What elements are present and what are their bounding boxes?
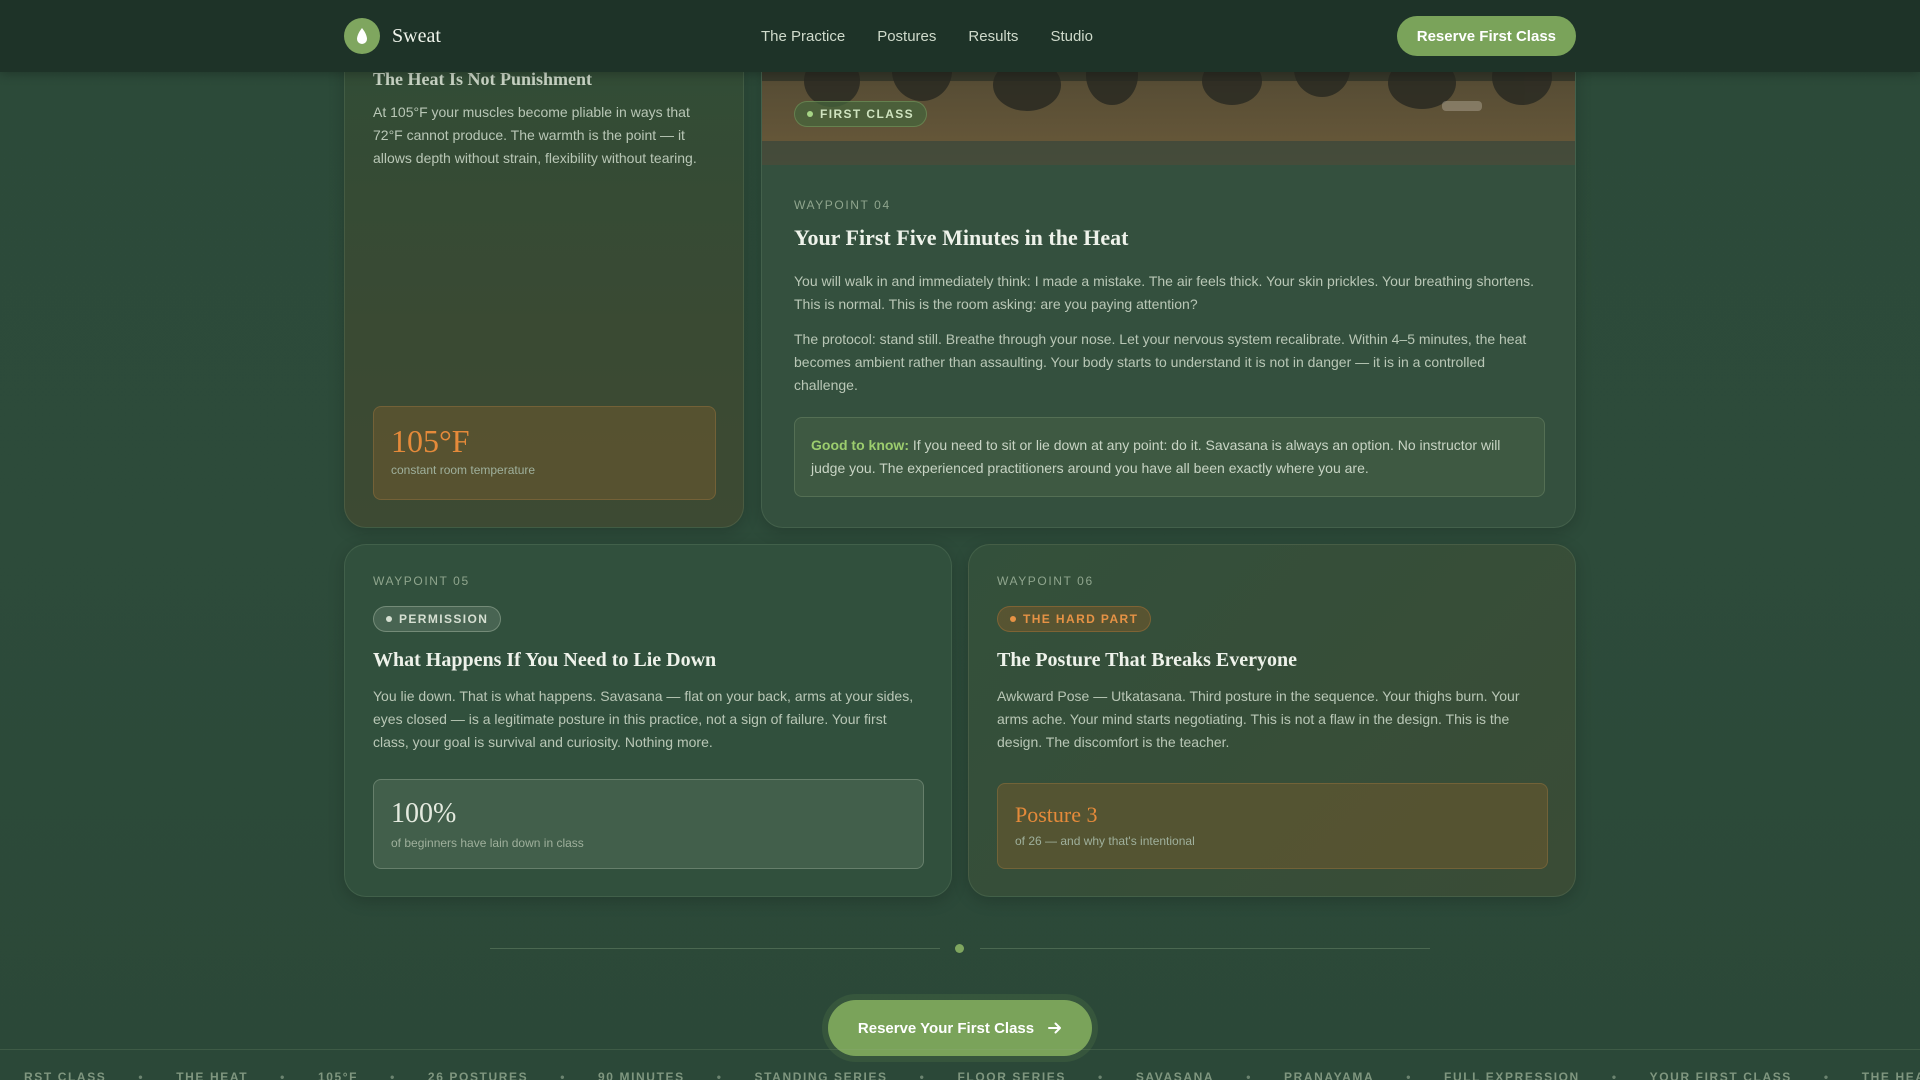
card-text: At 105°F your muscles become pliable in …	[373, 104, 697, 166]
pill-label: FIRST CLASS	[820, 107, 915, 121]
pill-first-class: FIRST CLASS	[794, 101, 928, 127]
nav-link-practice[interactable]: The Practice	[761, 28, 845, 45]
stat-posture: Posture 3 of 26 — and why that's intenti…	[997, 783, 1548, 869]
marquee-item: 90 MINUTES	[598, 1070, 685, 1080]
pill-label: THE HARD PART	[1023, 612, 1139, 626]
stat-label: of 26 — and why that's intentional	[1015, 834, 1195, 848]
divider-dot	[955, 944, 964, 953]
waypoint-label: WAYPOINT 04	[794, 198, 891, 212]
keyword-marquee: RST CLASS • THE HEAT • 105°F • 26 POSTURES • 90 …	[0, 1070, 1920, 1080]
stat-temperature: 105°F constant room temperature	[373, 406, 716, 500]
card-heat-not-punishment: The Heat Is Not Punishment At 105°F your…	[344, 40, 744, 528]
card-text: Awkward Pose — Utkatasana. Third posture…	[997, 688, 1520, 750]
marquee-item: 26 POSTURES	[427, 1070, 529, 1080]
dot-icon	[1010, 616, 1016, 622]
nav-link-postures[interactable]: Postures	[877, 28, 936, 45]
arrow-right-icon	[1048, 1022, 1062, 1034]
card-title: What Happens If You Need to Lie Down	[373, 649, 717, 671]
reserve-your-first-class-button[interactable]: Reserve Your First Class	[828, 1000, 1092, 1056]
marquee-item: RST CLASS	[24, 1070, 107, 1080]
nav-link-studio[interactable]: Studio	[1050, 28, 1093, 45]
pill-hard-part: THE HARD PART	[997, 606, 1152, 632]
divider-line-right	[980, 948, 1430, 949]
note-label: Good to know:	[811, 437, 909, 453]
stat-label: constant room temperature	[391, 463, 536, 477]
pill-label: PERMISSION	[399, 612, 489, 626]
card-text: You lie down. That is what happens. Sava…	[373, 688, 914, 750]
marquee-divider	[0, 1049, 1920, 1050]
stat-value: 100%	[391, 798, 457, 829]
nav-inner: Sweat The Practice Postures Results Stud…	[344, 0, 1576, 72]
marquee-item: THE HEAT	[176, 1070, 249, 1080]
card-paragraph-1: You will walk in and immediately think: …	[794, 273, 1535, 312]
card-first-five-minutes: FIRST CLASS WAYPOINT 04 Your First Five …	[761, 40, 1576, 528]
marquee-item: FULL EXPRESSION	[1444, 1070, 1580, 1080]
marquee-item: 105°F	[317, 1070, 359, 1080]
marquee-item: STANDING SERIES	[754, 1070, 888, 1080]
card-title: Your First Five Minutes in the Heat	[794, 225, 1129, 250]
leaf-drop-icon	[344, 18, 380, 54]
card-hard-posture: WAYPOINT 06 THE HARD PART The Posture Th…	[968, 544, 1576, 897]
top-nav: Sweat The Practice Postures Results Stud…	[0, 0, 1920, 72]
stat-beginners: 100% of beginners have lain down in clas…	[373, 779, 924, 869]
waypoint-label: WAYPOINT 05	[373, 574, 470, 588]
stat-value: Posture 3	[1015, 802, 1098, 827]
marquee-item: SAVASANA	[1135, 1070, 1215, 1080]
card-lie-down: WAYPOINT 05 PERMISSION What Happens If Y…	[344, 544, 952, 897]
card-title: The Posture That Breaks Everyone	[997, 649, 1298, 671]
marquee-item: YOUR FIRST CLASS	[1649, 1070, 1792, 1080]
note-text: If you need to sit or lie down at any po…	[811, 437, 1501, 476]
marquee-item: FLOOR SERIES	[957, 1070, 1067, 1080]
good-to-know-note: Good to know: If you need to sit or lie …	[794, 417, 1545, 497]
waypoint-label: WAYPOINT 06	[997, 574, 1094, 588]
nav-links: The Practice Postures Results Studio	[761, 28, 1093, 45]
card-title: The Heat Is Not Punishment	[373, 69, 593, 89]
brand-logo[interactable]: Sweat	[344, 18, 441, 54]
reserve-first-class-button[interactable]: Reserve First Class	[1396, 16, 1576, 56]
nav-link-results[interactable]: Results	[968, 28, 1018, 45]
marquee-item: PRANAYAMA	[1284, 1070, 1375, 1080]
stat-value: 105°F	[391, 423, 470, 459]
marquee-item: THE HEAT	[1861, 1070, 1920, 1080]
card-paragraph-2: The protocol: stand still. Breathe throu…	[794, 331, 1527, 393]
divider-line-left	[490, 948, 940, 949]
stat-label: of beginners have lain down in class	[391, 836, 584, 850]
cta-label: Reserve Your First Class	[857, 1019, 1035, 1037]
dot-icon	[807, 111, 813, 117]
pill-permission: PERMISSION	[373, 606, 502, 632]
dot-icon	[386, 616, 392, 622]
brand-name: Sweat	[392, 24, 441, 47]
